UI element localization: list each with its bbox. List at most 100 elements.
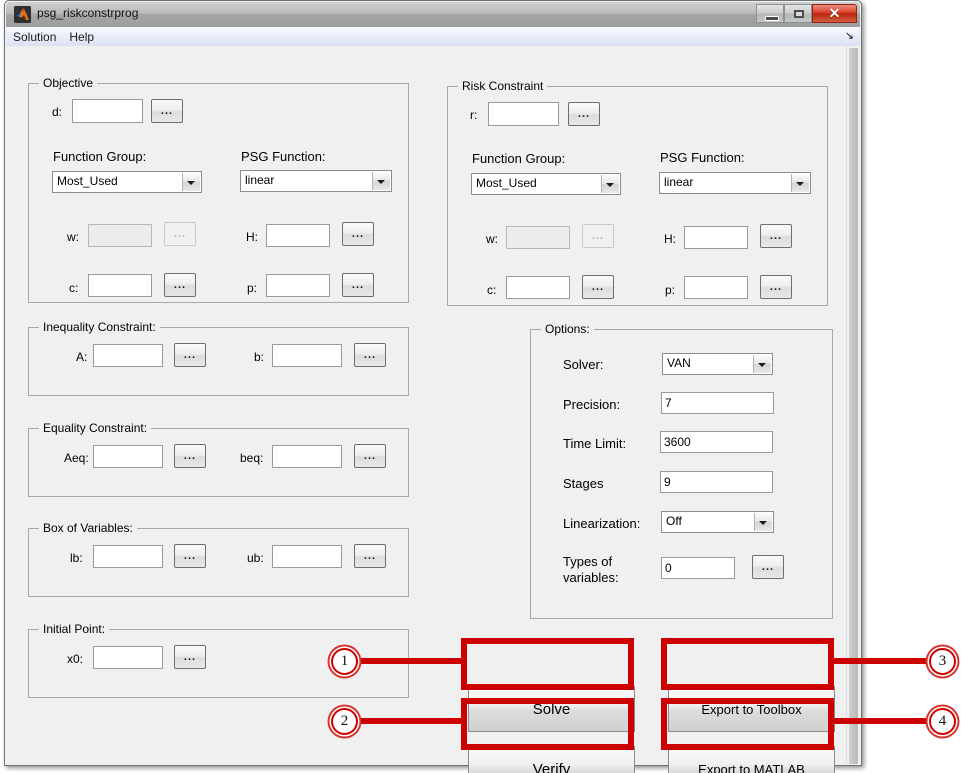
equality-beq-browse-button[interactable]: ...: [354, 444, 386, 468]
risk-c-label: c:: [487, 283, 497, 297]
menu-overflow-arrow-icon[interactable]: ↘: [845, 30, 854, 43]
options-stages-label: Stages: [563, 476, 604, 491]
menu-bar: Solution Help ↘: [6, 27, 860, 47]
annotation-highlight-export-toolbox: [661, 638, 834, 690]
risk-p-browse-button[interactable]: ...: [760, 275, 792, 299]
objective-d-input[interactable]: [72, 99, 143, 123]
annotation-leader-line-4: [830, 718, 930, 724]
title-bar[interactable]: psg_riskconstrprog ✕: [6, 2, 860, 28]
risk-c-input[interactable]: [506, 276, 570, 299]
equality-constraint-panel: Equality Constraint: Aeq: ... beq: ...: [28, 421, 409, 497]
objective-panel-title: Objective: [39, 76, 98, 90]
inequality-b-browse-button[interactable]: ...: [354, 343, 386, 367]
objective-c-label: c:: [69, 281, 79, 295]
inequality-A-input[interactable]: [93, 344, 163, 367]
ellipsis-icon: ...: [591, 281, 605, 293]
objective-H-browse-button[interactable]: ...: [342, 222, 374, 246]
initial-x0-input[interactable]: [93, 646, 163, 669]
risk-r-input[interactable]: [488, 102, 559, 126]
initial-x0-label: x0:: [67, 652, 84, 666]
options-precision-input[interactable]: [661, 392, 774, 414]
matlab-logo-icon: [14, 6, 31, 23]
equality-Aeq-label: Aeq:: [64, 451, 89, 465]
ellipsis-icon: ...: [183, 651, 197, 663]
ellipsis-icon: ...: [577, 108, 591, 120]
objective-w-input: [88, 224, 152, 247]
objective-c-browse-button[interactable]: ...: [164, 273, 196, 297]
verify-button[interactable]: Verify: [468, 746, 635, 773]
ellipsis-icon: ...: [591, 230, 605, 242]
maximize-button[interactable]: [784, 4, 812, 23]
chevron-down-icon: [606, 183, 614, 187]
ellipsis-icon: ...: [351, 279, 365, 291]
chevron-down-icon: [759, 521, 767, 525]
inequality-b-input[interactable]: [272, 344, 342, 367]
ellipsis-icon: ...: [160, 105, 174, 117]
window-controls: ✕: [756, 4, 857, 24]
options-stages-input[interactable]: [660, 471, 773, 493]
annotation-highlight-export-matlab: [661, 698, 834, 750]
options-linearization-select[interactable]: Off: [661, 511, 774, 533]
inequality-A-browse-button[interactable]: ...: [174, 343, 206, 367]
close-button[interactable]: ✕: [812, 4, 857, 23]
options-types-of-variables-input[interactable]: [661, 557, 735, 579]
box-lb-input[interactable]: [93, 545, 163, 568]
window-title: psg_riskconstrprog: [37, 6, 139, 20]
box-ub-browse-button[interactable]: ...: [354, 544, 386, 568]
risk-constraint-panel: Risk Constraint r: ... Function Group: M…: [447, 79, 828, 306]
ellipsis-icon: ...: [363, 349, 377, 361]
initial-x0-browse-button[interactable]: ...: [174, 645, 206, 669]
options-solver-select[interactable]: VAN: [662, 353, 773, 375]
objective-H-input[interactable]: [266, 224, 330, 247]
menu-item-solution[interactable]: Solution: [6, 27, 62, 45]
options-precision-label: Precision:: [563, 397, 621, 412]
ellipsis-icon: ...: [183, 450, 197, 462]
equality-beq-input[interactable]: [272, 445, 342, 468]
risk-w-browse-button: ...: [582, 224, 614, 248]
inequality-b-label: b:: [254, 350, 265, 364]
box-lb-browse-button[interactable]: ...: [174, 544, 206, 568]
box-ub-input[interactable]: [272, 545, 342, 568]
minimize-button[interactable]: [756, 4, 784, 23]
risk-function-group-select[interactable]: Most_Used: [471, 173, 621, 195]
risk-c-browse-button[interactable]: ...: [582, 275, 614, 299]
equality-constraint-panel-title: Equality Constraint:: [39, 421, 152, 435]
inequality-constraint-panel-title: Inequality Constraint:: [39, 320, 160, 334]
close-icon: ✕: [828, 5, 841, 21]
inequality-A-label: A:: [76, 350, 88, 364]
annotation-marker-4: 4: [929, 708, 956, 735]
risk-w-label: w:: [486, 232, 498, 246]
ellipsis-icon: ...: [173, 228, 187, 240]
objective-function-group-select[interactable]: Most_Used: [52, 171, 202, 193]
risk-function-group-label: Function Group:: [472, 151, 566, 166]
equality-Aeq-browse-button[interactable]: ...: [174, 444, 206, 468]
box-ub-label: ub:: [247, 551, 264, 565]
objective-psg-function-select[interactable]: linear: [240, 170, 392, 192]
options-panel: Options: Solver: VAN Precision: Time Lim…: [530, 322, 833, 619]
objective-p-input[interactable]: [266, 274, 330, 297]
inequality-constraint-panel: Inequality Constraint: A: ... b: ...: [28, 320, 409, 396]
options-types-of-variables-browse-button[interactable]: ...: [752, 555, 784, 579]
objective-p-browse-button[interactable]: ...: [342, 273, 374, 297]
export-to-matlab-button[interactable]: Export to MATLAB: [668, 746, 835, 773]
vertical-scrollbar[interactable]: [846, 46, 860, 764]
vertical-scrollbar-thumb[interactable]: [849, 48, 858, 764]
risk-p-label: p:: [665, 283, 676, 297]
annotation-marker-3: 3: [929, 648, 956, 675]
risk-r-browse-button[interactable]: ...: [568, 102, 600, 126]
risk-p-input[interactable]: [684, 276, 748, 299]
objective-d-browse-button[interactable]: ...: [151, 99, 183, 123]
options-solver-label: Solver:: [563, 357, 604, 372]
ellipsis-icon: ...: [363, 550, 377, 562]
objective-panel: Objective d: ... Function Group: Most_Us…: [28, 76, 409, 303]
menu-item-help[interactable]: Help: [62, 27, 100, 45]
options-time-limit-input[interactable]: [660, 431, 773, 453]
risk-H-browse-button[interactable]: ...: [760, 224, 792, 248]
risk-psg-function-select[interactable]: linear: [659, 172, 811, 194]
equality-Aeq-input[interactable]: [93, 445, 163, 468]
risk-constraint-panel-title: Risk Constraint: [458, 79, 548, 93]
risk-H-input[interactable]: [684, 226, 748, 249]
objective-w-browse-button: ...: [164, 222, 196, 246]
box-of-variables-panel: Box of Variables: lb: ... ub: ...: [28, 521, 409, 597]
objective-c-input[interactable]: [88, 274, 152, 297]
